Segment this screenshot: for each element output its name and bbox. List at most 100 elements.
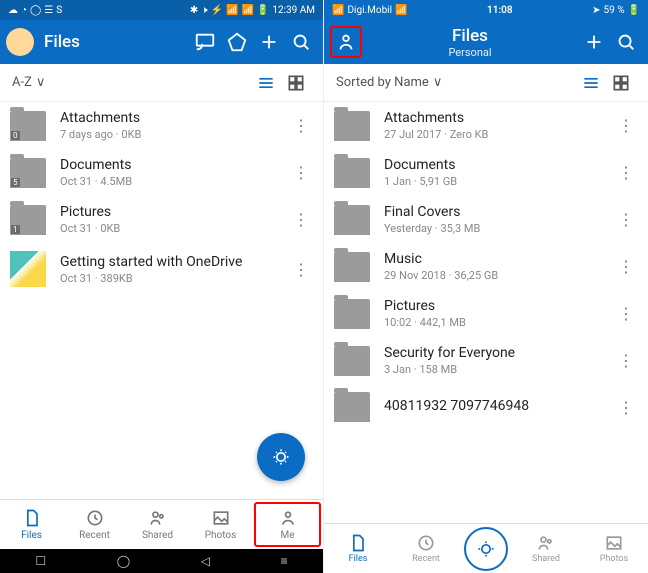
list-item[interactable]: Pictures 10:02 · 442,1 MB⋮ (324, 290, 648, 337)
folder-icon (334, 346, 370, 376)
list-item[interactable]: Getting started with OneDrive Oct 31 · 38… (0, 243, 323, 295)
list-item[interactable]: Final CoversYesterday · 35,3 MB⋮ (324, 196, 648, 243)
status-time: 12:39 AM (272, 5, 315, 16)
item-name: Attachments (60, 110, 289, 126)
item-meta: Oct 31 · 0KB (60, 222, 289, 235)
tab-shared[interactable]: Shared (126, 500, 189, 549)
item-name: 40811932 7097746948 (384, 398, 614, 414)
page-title: Files (362, 26, 578, 46)
tab-recent[interactable]: Recent (392, 533, 460, 564)
list-item[interactable]: Attachments 27 Jul 2017 · Zero KB⋮ (324, 102, 648, 149)
item-name: Documents (384, 157, 614, 173)
folder-icon (334, 252, 370, 282)
more-icon[interactable]: ⋮ (614, 163, 638, 182)
cast-icon[interactable] (189, 26, 221, 58)
page-subtitle: Personal (362, 46, 578, 59)
recent-apps-icon[interactable]: ☐ (35, 554, 46, 568)
premium-icon[interactable] (221, 26, 253, 58)
more-icon[interactable]: ⋮ (289, 210, 313, 229)
android-screen: ☁◔◯☰S ✱🕨⚡📶📶🔋12:39 AM Files A-Z∨ 0 Attachm… (0, 0, 324, 573)
home-icon[interactable]: ◯ (117, 554, 130, 568)
folder-icon (334, 299, 370, 329)
list-item[interactable]: Documents 1 Jan · 5,91 GB⋮ (324, 149, 648, 196)
view-grid-icon[interactable] (606, 68, 636, 98)
tab-photos[interactable]: Photos (580, 533, 648, 564)
list-item[interactable]: 5 Documents Oct 31 · 4.5MB⋮ (0, 149, 323, 196)
folder-icon: 0 (10, 111, 46, 141)
item-name: Security for Everyone (384, 345, 614, 361)
list-item[interactable]: Music 29 Nov 2018 · 36,25 GB⋮ (324, 243, 648, 290)
view-grid-icon[interactable] (281, 68, 311, 98)
tab-photos[interactable]: Photos (189, 500, 252, 549)
tab-shared[interactable]: Shared (512, 533, 580, 564)
item-meta: Oct 31 · 4.5MB (60, 175, 289, 188)
item-meta: Yesterday · 35,3 MB (384, 222, 614, 235)
folder-icon (334, 111, 370, 141)
file-list: 0Attachments7 days ago · 0KB⋮5DocumentsO… (0, 102, 323, 295)
item-name: Pictures (384, 298, 614, 314)
chevron-down-icon: ∨ (36, 75, 46, 90)
app-header: Files Personal (324, 20, 648, 64)
more-icon[interactable]: ⋮ (614, 210, 638, 229)
add-icon[interactable] (578, 26, 610, 58)
more-icon[interactable]: ⋮ (289, 260, 313, 279)
tab-recent[interactable]: Recent (63, 500, 126, 549)
tab-files[interactable]: Files (0, 500, 63, 549)
list-item[interactable]: 1PicturesOct 31 · 0KB⋮ (0, 196, 323, 243)
bottom-nav: Files Recent Shared Photos Me (0, 499, 323, 549)
chevron-down-icon: ∨ (433, 75, 443, 90)
scan-fab[interactable] (257, 433, 305, 481)
more-icon[interactable]: ⋮ (614, 304, 638, 323)
sort-button[interactable]: A-Z∨ (12, 75, 45, 90)
folder-icon (334, 158, 370, 188)
more-icon[interactable]: ⋮ (614, 257, 638, 276)
item-name: Documents (60, 157, 289, 173)
more-icon[interactable]: ⋮ (289, 163, 313, 182)
search-icon[interactable] (610, 26, 642, 58)
item-name: Getting started with OneDrive (60, 254, 289, 270)
ios-screen: 📶Digi.Mobil📶 11:08 ➤59 %🔋 Files Personal… (324, 0, 648, 573)
android-nav-bar: ☐ ◯ ◁ ≡ (0, 549, 323, 573)
menu-icon[interactable]: ≡ (281, 554, 288, 568)
tab-me[interactable]: Me (254, 502, 321, 547)
item-meta: 29 Nov 2018 · 36,25 GB (384, 269, 614, 282)
more-icon[interactable]: ⋮ (614, 116, 638, 135)
item-name: Attachments (384, 110, 614, 126)
sort-bar: Sorted by Name∨ (324, 64, 648, 102)
folder-icon (334, 392, 370, 422)
scan-fab[interactable] (464, 527, 508, 571)
status-bar: ☁◔◯☰S ✱🕨⚡📶📶🔋12:39 AM (0, 0, 323, 20)
status-time: 11:08 (487, 5, 513, 16)
folder-icon: 5 (10, 158, 46, 188)
view-list-icon[interactable] (251, 68, 281, 98)
back-icon[interactable]: ◁ (201, 554, 210, 568)
sort-bar: A-Z∨ (0, 64, 323, 102)
view-list-icon[interactable] (576, 68, 606, 98)
bottom-nav: Files Recent Shared Photos (324, 523, 648, 573)
item-meta: 10:02 · 442,1 MB (384, 316, 614, 329)
app-header: Files (0, 20, 323, 64)
folder-icon (10, 251, 46, 287)
item-name: Music (384, 251, 614, 267)
item-meta: 3 Jan · 158 MB (384, 363, 614, 376)
more-icon[interactable]: ⋮ (614, 398, 638, 417)
item-meta: 27 Jul 2017 · Zero KB (384, 128, 614, 141)
list-item[interactable]: Security for Everyone 3 Jan · 158 MB⋮ (324, 337, 648, 384)
profile-icon[interactable] (330, 26, 362, 58)
status-bar: 📶Digi.Mobil📶 11:08 ➤59 %🔋 (324, 0, 648, 20)
folder-icon (334, 205, 370, 235)
avatar[interactable] (6, 28, 34, 56)
sort-button[interactable]: Sorted by Name∨ (336, 75, 442, 90)
more-icon[interactable]: ⋮ (614, 351, 638, 370)
add-icon[interactable] (253, 26, 285, 58)
item-meta: Oct 31 · 389KB (60, 272, 289, 285)
tab-files[interactable]: Files (324, 533, 392, 564)
item-name: Pictures (60, 204, 289, 220)
list-item[interactable]: 0 Attachments 7 days ago · 0KB⋮ (0, 102, 323, 149)
more-icon[interactable]: ⋮ (289, 116, 313, 135)
page-title: Files (44, 32, 189, 52)
item-meta: 1 Jan · 5,91 GB (384, 175, 614, 188)
item-meta: 7 days ago · 0KB (60, 128, 289, 141)
search-icon[interactable] (285, 26, 317, 58)
list-item[interactable]: 40811932 7097746948⋮ (324, 384, 648, 430)
